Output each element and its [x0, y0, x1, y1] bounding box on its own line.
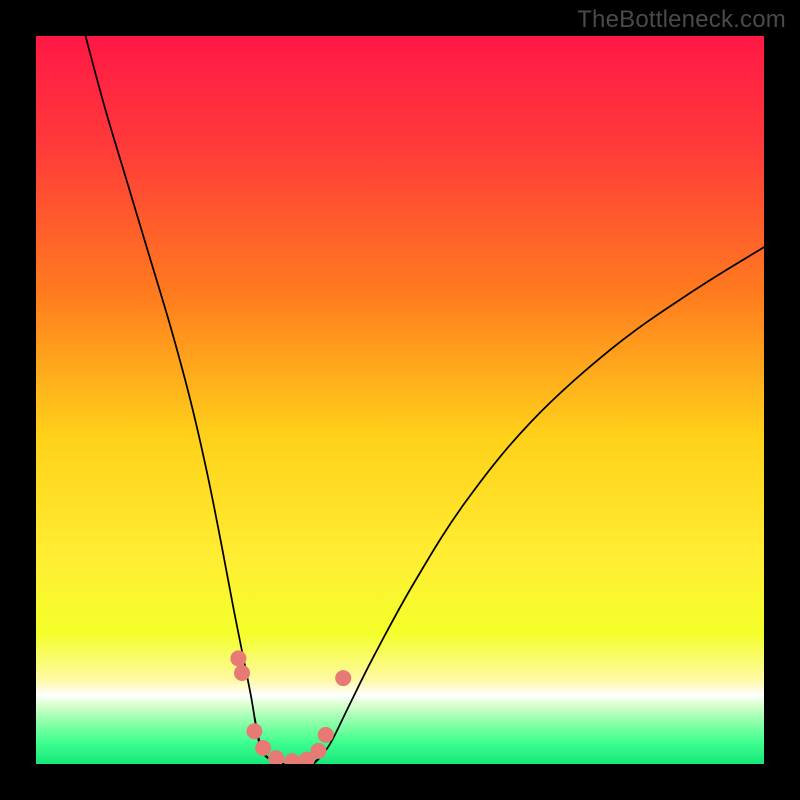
marker-point — [255, 740, 271, 756]
marker-point — [310, 743, 326, 759]
watermark-label: TheBottleneck.com — [577, 6, 786, 34]
plot-area — [36, 36, 764, 764]
marker-point — [318, 727, 334, 743]
chart-frame: TheBottleneck.com — [0, 0, 800, 800]
gradient-bg — [36, 36, 764, 764]
marker-point — [230, 650, 246, 666]
marker-point — [335, 670, 351, 686]
chart-svg — [36, 36, 764, 764]
marker-point — [234, 665, 250, 681]
marker-point — [246, 723, 262, 739]
